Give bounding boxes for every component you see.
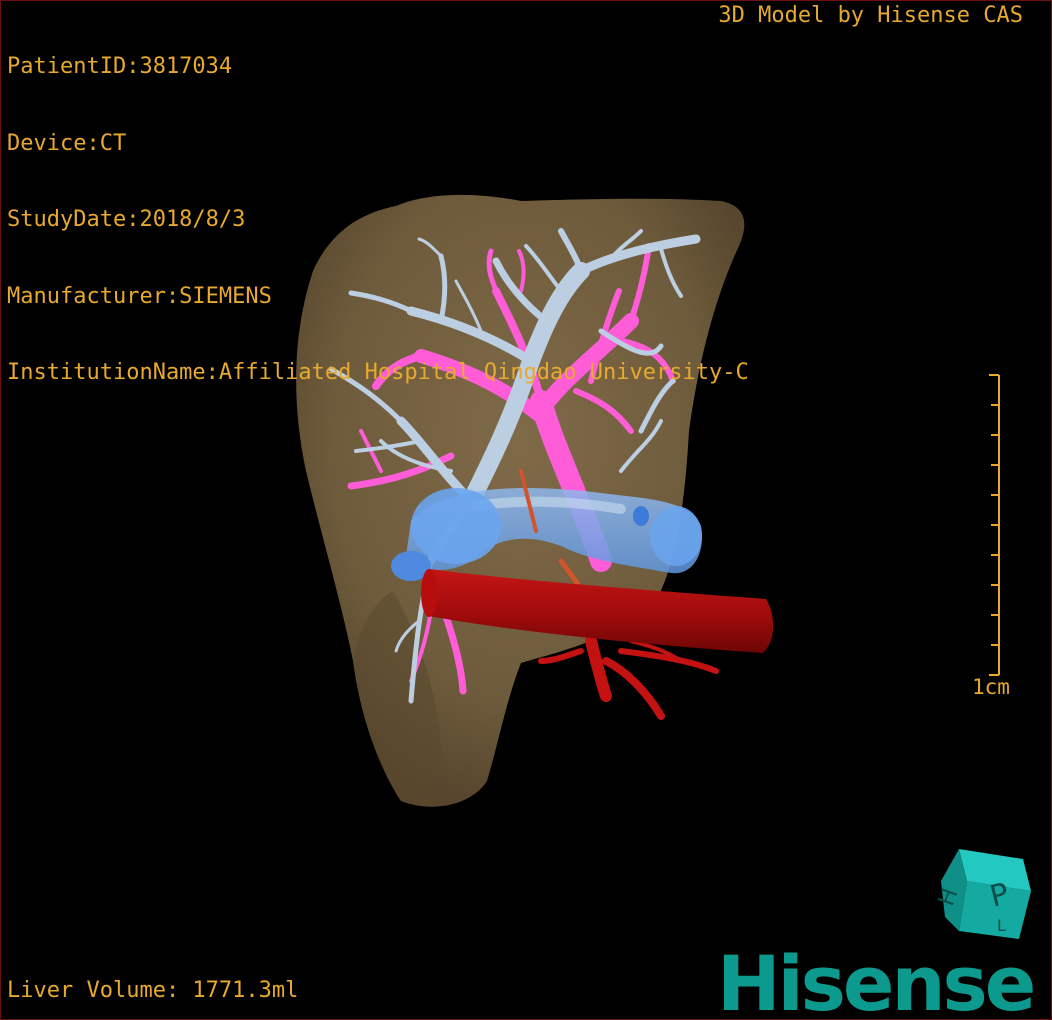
liver-volume-label: Liver Volume: 1771.3ml [7, 977, 299, 1003]
study-date-label: StudyDate:2018/8/3 [7, 207, 246, 232]
3d-viewport[interactable]: P L H PatientID:3817034 Device:CT StudyD… [0, 0, 1052, 1020]
manufacturer-label: Manufacturer:SIEMENS [7, 283, 272, 309]
scale-bar [989, 374, 1000, 676]
dicom-info-overlay: PatientID:3817034 Device:CT StudyDate:20… [7, 3, 749, 437]
model-credit-label: 3D Model by Hisense CAS [718, 3, 1023, 28]
scale-bar-label: 1cm [972, 675, 1010, 699]
orientation-cube-icon[interactable]: P L H [934, 849, 1031, 939]
cube-face-l: L [997, 916, 1006, 935]
device-label: Device:CT [7, 130, 127, 156]
patient-id-label: PatientID:3817034 [7, 54, 233, 79]
institution-label: InstitutionName:Affiliated Hospital Qing… [7, 360, 749, 385]
hisense-logo: Hisense [717, 939, 1036, 1020]
